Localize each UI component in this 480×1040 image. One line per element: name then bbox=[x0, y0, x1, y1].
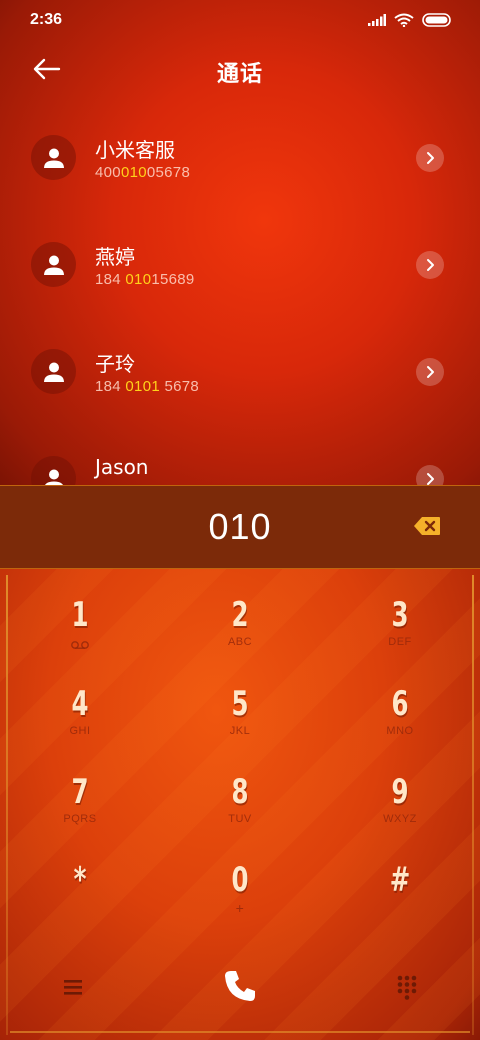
contact-row[interactable]: 燕婷 184 01015689 bbox=[0, 217, 480, 324]
key-letters: WXYZ bbox=[383, 813, 417, 825]
dial-number-display[interactable]: 010 bbox=[0, 506, 480, 548]
dialpad-toggle-button[interactable] bbox=[396, 974, 418, 1000]
backspace-icon bbox=[414, 517, 440, 535]
chevron-right-icon bbox=[427, 473, 434, 485]
contact-name: 子玲 bbox=[95, 352, 135, 376]
key-letters: ABC bbox=[227, 636, 253, 648]
call-button[interactable] bbox=[222, 968, 258, 1004]
key-letters: GHI bbox=[69, 725, 91, 737]
key-letters: JKL bbox=[229, 725, 251, 737]
number-match: 0101 bbox=[125, 378, 160, 395]
key-7[interactable]: 7 PQRS bbox=[20, 772, 140, 852]
wifi-icon bbox=[394, 13, 414, 27]
key-digit: 5 bbox=[231, 684, 249, 724]
contact-name: Jason bbox=[95, 455, 149, 479]
avatar bbox=[31, 242, 76, 287]
contact-name: 小米客服 bbox=[95, 138, 175, 162]
key-digit: * bbox=[73, 860, 87, 900]
person-icon bbox=[43, 148, 64, 168]
avatar bbox=[31, 135, 76, 180]
battery-icon bbox=[422, 13, 451, 27]
key-letters: + bbox=[235, 900, 245, 916]
key-4[interactable]: 4 GHI bbox=[20, 684, 140, 764]
status-icons bbox=[368, 13, 452, 27]
contact-name: 燕婷 bbox=[95, 245, 135, 269]
key-digit: 4 bbox=[71, 684, 89, 724]
key-digit: # bbox=[389, 860, 411, 900]
title-bar: 通话 bbox=[0, 44, 480, 96]
key-digit: 1 bbox=[71, 595, 89, 635]
key-hash[interactable]: # bbox=[340, 860, 460, 940]
key-digit: 3 bbox=[391, 595, 409, 635]
backspace-button[interactable] bbox=[413, 516, 441, 536]
key-letters: MNO bbox=[386, 725, 414, 737]
voicemail-icon bbox=[71, 641, 89, 649]
number-match: 010 bbox=[120, 164, 147, 181]
contact-row[interactable]: 子玲 184 0101 5678 bbox=[0, 324, 480, 431]
menu-button[interactable] bbox=[60, 974, 86, 1000]
chevron-right-icon bbox=[427, 152, 434, 164]
phone-icon bbox=[225, 971, 255, 1001]
status-bar: 2:36 bbox=[0, 0, 480, 40]
key-2[interactable]: 2 ABC bbox=[180, 595, 300, 675]
chevron-right-icon bbox=[427, 259, 434, 271]
status-time: 2:36 bbox=[30, 11, 63, 28]
signal-icon bbox=[368, 14, 386, 26]
avatar bbox=[31, 349, 76, 394]
key-digit: 9 bbox=[391, 772, 409, 812]
contact-number: 184 0101 5678 bbox=[95, 378, 199, 395]
number-suffix: 05678 bbox=[146, 164, 191, 181]
bottom-action-bar bbox=[0, 960, 480, 1020]
key-1[interactable]: 1 bbox=[20, 595, 140, 675]
key-letters: PQRS bbox=[63, 813, 97, 825]
number-prefix: 184 bbox=[95, 378, 126, 395]
key-0[interactable]: 0 + bbox=[180, 860, 300, 940]
key-digit: 0 bbox=[231, 860, 249, 900]
key-8[interactable]: 8 TUV bbox=[180, 772, 300, 852]
key-6[interactable]: 6 MNO bbox=[340, 684, 460, 764]
contact-detail-button[interactable] bbox=[416, 144, 444, 172]
key-letters: DEF bbox=[388, 636, 412, 648]
contact-detail-button[interactable] bbox=[416, 251, 444, 279]
person-icon bbox=[43, 255, 64, 275]
contact-number: 184 01015689 bbox=[95, 271, 195, 288]
person-icon bbox=[43, 362, 64, 382]
key-digit: 2 bbox=[231, 595, 249, 635]
number-suffix: 5678 bbox=[159, 378, 200, 395]
contact-number: 40001005678 bbox=[95, 164, 190, 181]
key-5[interactable]: 5 JKL bbox=[180, 684, 300, 764]
number-prefix: 400 bbox=[95, 164, 121, 181]
number-suffix: 15689 bbox=[151, 271, 195, 288]
page-title: 通话 bbox=[216, 62, 263, 87]
key-digit: 7 bbox=[71, 772, 89, 812]
key-star[interactable]: * bbox=[20, 860, 140, 940]
menu-icon bbox=[64, 980, 82, 995]
key-9[interactable]: 9 WXYZ bbox=[340, 772, 460, 852]
key-digit: 6 bbox=[391, 684, 409, 724]
number-prefix: 184 bbox=[95, 271, 126, 288]
number-match: 010 bbox=[125, 271, 152, 288]
contact-list: 小米客服 40001005678 燕婷 184 01015689 子玲 184 … bbox=[0, 110, 480, 538]
key-3[interactable]: 3 DEF bbox=[340, 595, 460, 675]
contact-detail-button[interactable] bbox=[416, 358, 444, 386]
chevron-right-icon bbox=[427, 366, 434, 378]
contact-row[interactable]: 小米客服 40001005678 bbox=[0, 110, 480, 217]
frame-line-bottom bbox=[10, 1031, 470, 1033]
key-digit: 8 bbox=[231, 772, 249, 812]
dialpad-icon bbox=[397, 975, 417, 1000]
key-letters: TUV bbox=[228, 813, 252, 825]
dial-input-bar: 010 bbox=[0, 485, 480, 569]
